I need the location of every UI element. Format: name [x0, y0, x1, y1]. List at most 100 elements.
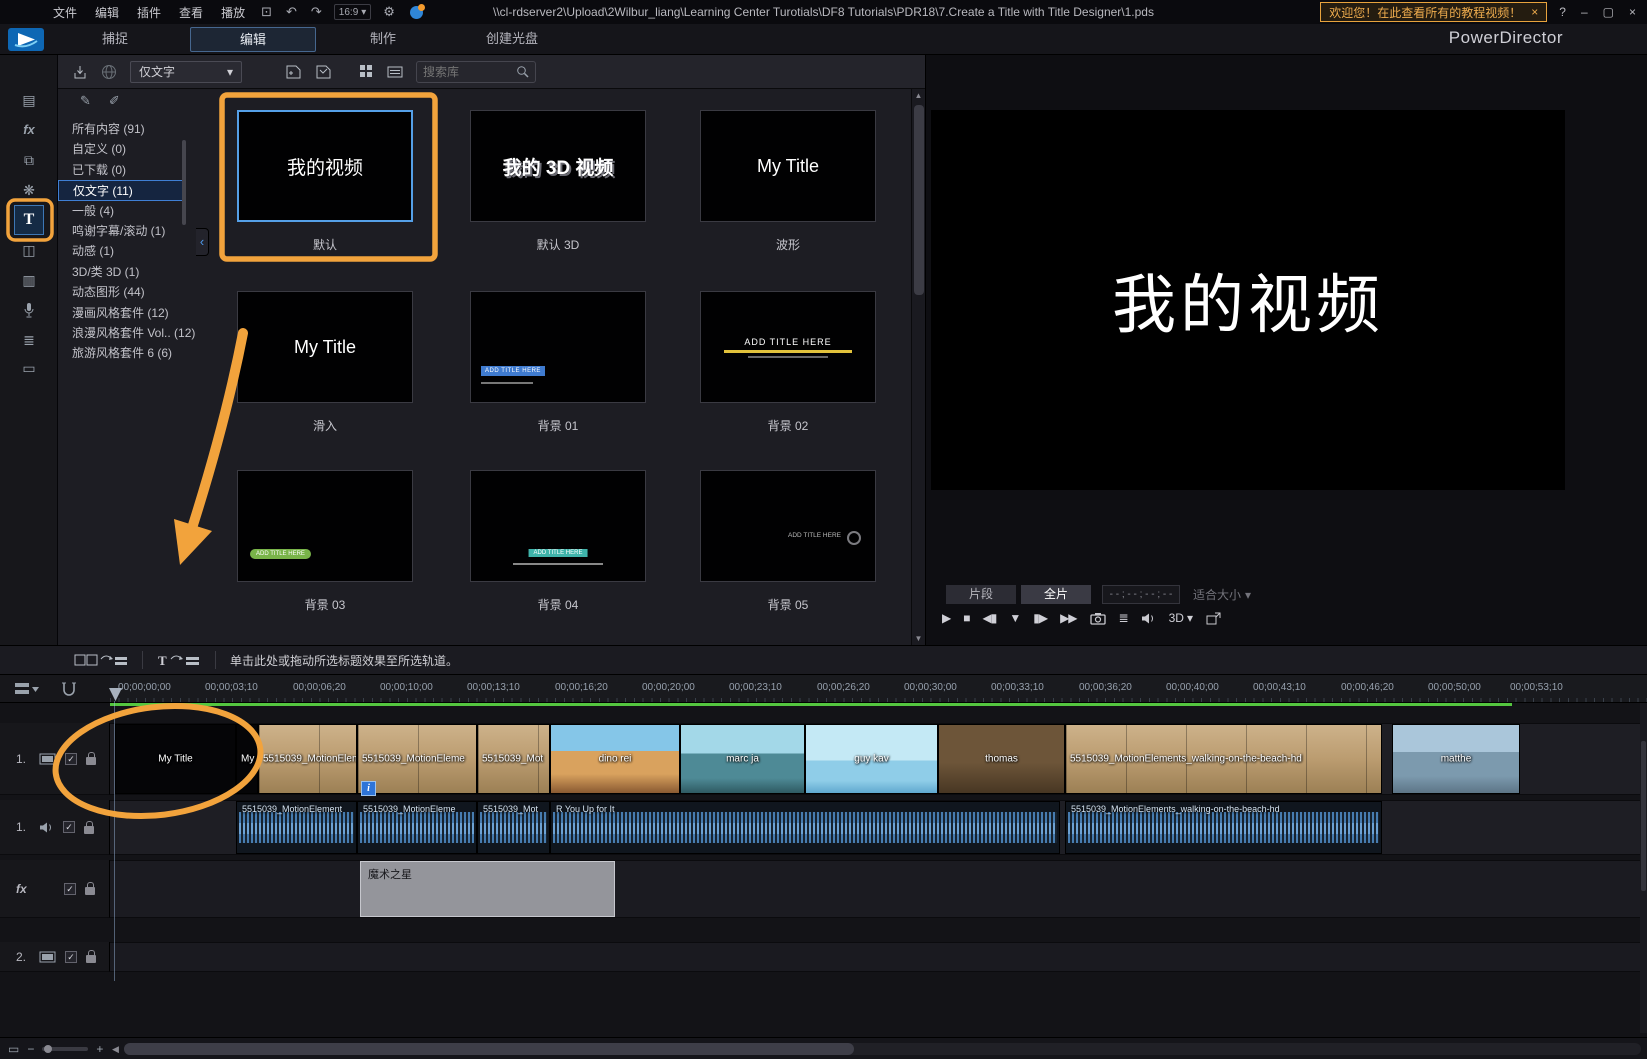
title-room-button[interactable]: T	[14, 205, 44, 235]
template-card-bg03[interactable]: ADD TITLE HERE 背景 03	[237, 470, 413, 613]
category-item[interactable]: 动态图形 (44)	[58, 282, 186, 302]
template-card-slide-in[interactable]: My Title 滑入	[237, 291, 413, 434]
clip-mode-button[interactable]: 片段	[946, 585, 1016, 604]
duplicate-title-icon[interactable]	[315, 64, 332, 79]
category-item[interactable]: 旅游风格套件 6 (6)	[58, 343, 186, 363]
storyboard-to-timeline-icon[interactable]	[74, 651, 128, 669]
banner-close-icon[interactable]: ×	[1531, 5, 1538, 19]
tab-produce[interactable]: 制作	[322, 27, 444, 52]
template-thumb[interactable]: ADD TITLE HERE	[237, 470, 413, 582]
timeline-clip[interactable]: dino rei	[550, 724, 680, 794]
step-button[interactable]: ▼	[1009, 611, 1020, 625]
stop-button[interactable]: ■	[963, 611, 969, 625]
fit-size-dropdown[interactable]: 适合大小 ▾	[1193, 586, 1251, 603]
category-item[interactable]: 自定义 (0)	[58, 139, 186, 159]
settings-gear-icon[interactable]: ⚙	[376, 4, 402, 20]
volume-speaker-icon[interactable]	[1141, 612, 1156, 625]
scroll-up-icon[interactable]: ▲	[912, 91, 925, 100]
previous-frame-button[interactable]: ◀▮	[982, 611, 996, 625]
template-card-default-3d[interactable]: 我的 3D 视频 默认 3D	[470, 110, 646, 253]
scroll-down-icon[interactable]: ▼	[912, 634, 925, 643]
timeline-effect-clip[interactable]: 魔术之星	[360, 861, 615, 917]
timeline-audio-clip[interactable]: 5515039_MotionEleme	[357, 801, 477, 854]
preview-video-area[interactable]: 我的视频	[931, 110, 1565, 490]
category-item[interactable]: 鸣谢字幕/滚动 (1)	[58, 221, 186, 241]
new-title-icon[interactable]	[285, 64, 302, 79]
track-enable-checkbox[interactable]: ✓	[63, 821, 75, 833]
lock-icon[interactable]	[85, 887, 95, 895]
info-badge[interactable]: i	[361, 781, 376, 796]
template-thumb[interactable]: ADD TITLE HERE	[700, 291, 876, 403]
undock-preview-icon[interactable]	[1206, 612, 1221, 625]
search-icon[interactable]	[516, 65, 529, 78]
particle-room-button[interactable]: ❋	[0, 177, 58, 203]
detail-view-icon[interactable]	[387, 65, 403, 79]
timeline-clip[interactable]: 5515039_Mot	[477, 724, 550, 794]
timeline-horizontal-scrollbar[interactable]	[124, 1043, 1641, 1055]
lock-icon[interactable]	[86, 757, 96, 765]
zoom-slider[interactable]	[42, 1047, 88, 1051]
template-card-bg02[interactable]: ADD TITLE HERE 背景 02	[700, 291, 876, 434]
category-item[interactable]: 动感 (1)	[58, 241, 186, 261]
notification-bell-icon[interactable]	[410, 6, 423, 19]
timeline-audio-clip[interactable]: 5515039_MotionElements_walking-on-the-be…	[1065, 801, 1382, 854]
pen-icon[interactable]: ✎	[80, 93, 91, 109]
template-card-wave[interactable]: My Title 波形	[700, 110, 876, 253]
zoom-slider-thumb[interactable]	[44, 1045, 52, 1053]
overlay-room-button[interactable]: ⧉	[0, 147, 58, 173]
track-enable-checkbox[interactable]: ✓	[65, 951, 77, 963]
category-scrollbar[interactable]	[182, 140, 186, 225]
mode-3d-dropdown[interactable]: 3D ▾	[1169, 611, 1193, 625]
welcome-banner[interactable]: 欢迎您！在此查看所有的教程视频！ ×	[1320, 2, 1547, 22]
template-thumb[interactable]: My Title	[700, 110, 876, 222]
track-enable-checkbox[interactable]: ✓	[64, 883, 76, 895]
template-thumb[interactable]: 我的视频	[237, 110, 413, 222]
effect-track-lane[interactable]	[110, 860, 1647, 918]
next-frame-button[interactable]: ▮▶	[1033, 611, 1047, 625]
category-item[interactable]: 所有内容 (91)	[58, 119, 186, 139]
aspect-ratio-select[interactable]: 16:9 ▾	[334, 4, 372, 20]
timeline-clip[interactable]: guy kav	[805, 724, 938, 794]
timeline-clip[interactable]: marc ja	[680, 724, 805, 794]
lock-icon[interactable]	[86, 955, 96, 963]
zoom-in-button[interactable]: +	[96, 1042, 103, 1056]
media-room-button[interactable]: ▤	[0, 87, 58, 113]
collapse-panel-button[interactable]: ‹	[196, 228, 209, 256]
lock-icon[interactable]	[84, 826, 94, 834]
subtitle-room-button[interactable]: ▭	[0, 355, 58, 381]
fast-forward-button[interactable]: ▶▶	[1060, 611, 1076, 625]
category-item[interactable]: 已下载 (0)	[58, 160, 186, 180]
library-search-box[interactable]	[416, 61, 536, 83]
template-card-bg01[interactable]: ADD TITLE HERE 背景 01	[470, 291, 646, 434]
stamp-icon[interactable]: ✐	[109, 93, 120, 109]
timeline-clip[interactable]: matthe	[1392, 724, 1520, 794]
timeline-clip-my-title[interactable]: My Title	[115, 724, 236, 794]
timeline-vertical-scrollbar[interactable]	[1640, 703, 1647, 1033]
timecode-display[interactable]: - - ; - - ; - - ; - -	[1102, 585, 1180, 604]
effect-room-button[interactable]: fx	[0, 117, 58, 143]
voice-over-room-button[interactable]	[0, 297, 58, 323]
help-button[interactable]: ?	[1556, 5, 1569, 19]
library-filter-dropdown[interactable]: 仅文字 ▾	[130, 61, 242, 83]
template-thumb[interactable]: ADD TITLE HERE	[470, 291, 646, 403]
track-enable-checkbox[interactable]: ✓	[65, 753, 77, 765]
range-select-icon[interactable]	[61, 681, 77, 697]
template-card-bg05[interactable]: ADD TITLE HERE 背景 05	[700, 470, 876, 613]
search-input[interactable]	[423, 65, 512, 79]
timeline-clip[interactable]: My Tr	[236, 724, 258, 794]
template-thumb[interactable]: ADD TITLE HERE	[700, 470, 876, 582]
category-item[interactable]: 3D/类 3D (1)	[58, 262, 186, 282]
scrollbar-thumb[interactable]	[124, 1043, 854, 1055]
title-to-track-icon[interactable]: T	[157, 651, 201, 669]
zoom-out-button[interactable]: −	[27, 1042, 34, 1056]
track-manager-icon[interactable]	[14, 681, 41, 697]
template-thumb[interactable]: 我的 3D 视频	[470, 110, 646, 222]
scroll-left-button[interactable]: ◀	[112, 1044, 119, 1055]
template-thumb[interactable]: ADD TITLE HERE	[470, 470, 646, 582]
redo-icon[interactable]: ↷	[304, 4, 329, 20]
template-card-bg04[interactable]: ADD TITLE HERE 背景 04	[470, 470, 646, 613]
audio-mixing-room-button[interactable]: ▥	[0, 267, 58, 293]
undo-icon[interactable]: ↶	[279, 4, 304, 20]
menu-edit[interactable]: 编辑	[86, 4, 128, 21]
menu-file[interactable]: 文件	[44, 4, 86, 21]
